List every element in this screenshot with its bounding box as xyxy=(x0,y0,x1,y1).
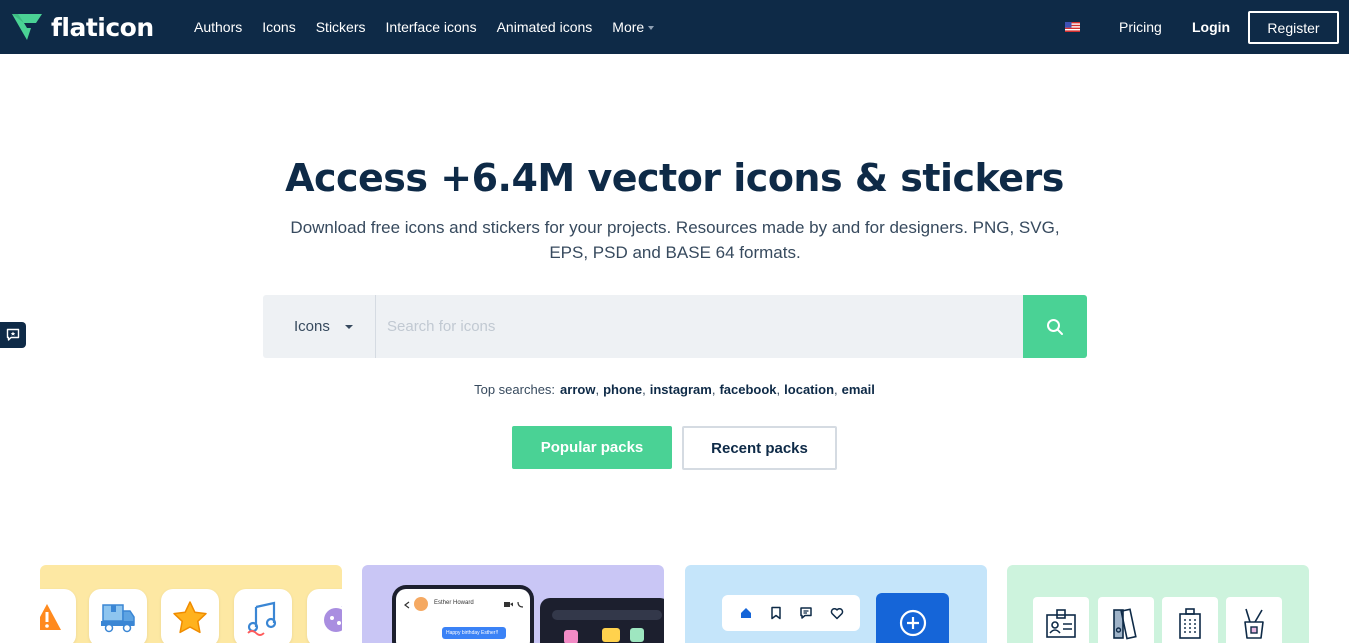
chat-icon xyxy=(799,607,812,619)
binders-icon xyxy=(1113,608,1137,640)
id-card-tile xyxy=(1033,597,1089,643)
phone-mockup: Esther Howard Happy birthday Esther!! xyxy=(392,585,534,643)
warning-icon xyxy=(40,604,61,630)
pricing-link[interactable]: Pricing xyxy=(1119,19,1162,35)
chat-ui-card[interactable]: Esther Howard Happy birthday Esther!! xyxy=(362,565,664,643)
hero-title: Access +6.4M vector icons & stickers xyxy=(285,156,1064,200)
delivery-truck-tile xyxy=(89,589,147,643)
recent-packs-button[interactable]: Recent packs xyxy=(682,426,837,470)
top-searches: Top searches: arrow, phone, instagram, faceb… xyxy=(474,382,875,397)
top-search-phone[interactable]: phone xyxy=(603,382,642,397)
caret-down-icon xyxy=(344,324,353,329)
top-search-instagram[interactable]: instagram xyxy=(650,382,712,397)
search-bar: Icons xyxy=(263,295,1087,358)
top-search-facebook[interactable]: facebook xyxy=(719,382,776,397)
flaticon-logo[interactable]: flaticon xyxy=(10,10,154,44)
nav-more-label: More xyxy=(612,19,645,35)
music-note-tile xyxy=(234,589,292,643)
search-type-select[interactable]: Icons xyxy=(263,295,376,358)
nav-animated-icons[interactable]: Animated icons xyxy=(497,19,593,35)
star-icon xyxy=(173,601,207,634)
nav-stickers[interactable]: Stickers xyxy=(316,19,366,35)
interface-icons-card[interactable] xyxy=(685,565,987,643)
cookie-tile xyxy=(307,589,342,643)
id-card-icon xyxy=(1046,609,1076,638)
hero-subtitle: Download free icons and stickers for you… xyxy=(290,218,1060,262)
top-search-location[interactable]: location xyxy=(784,382,834,397)
chat-message-bubble: Happy birthday Esther!! xyxy=(442,627,506,639)
search-input[interactable] xyxy=(376,295,1023,358)
search-type-label: Icons xyxy=(294,318,330,335)
building-tile xyxy=(1162,597,1218,643)
login-link[interactable]: Login xyxy=(1192,19,1230,35)
register-button[interactable]: Register xyxy=(1248,11,1339,44)
back-arrow-icon xyxy=(404,601,410,609)
heart-icon xyxy=(830,607,843,619)
video-call-icon xyxy=(504,601,524,608)
phone-mockup-dark xyxy=(540,598,664,643)
top-search-arrow[interactable]: arrow xyxy=(560,382,595,397)
home-icon xyxy=(740,608,751,618)
popular-packs-button[interactable]: Popular packs xyxy=(512,426,672,469)
bookmark-icon xyxy=(770,606,781,620)
pencil-cup-tile xyxy=(1226,597,1282,643)
search-icon xyxy=(1047,318,1063,335)
flaticon-logo-mark-icon xyxy=(12,14,42,40)
search-button[interactable] xyxy=(1023,295,1087,358)
music-note-icon xyxy=(247,601,277,636)
plus-circle-icon xyxy=(899,609,926,637)
star-tile xyxy=(161,589,219,643)
nav-authors[interactable]: Authors xyxy=(194,19,242,35)
main-nav: Authors Icons Stickers Interface icons A… xyxy=(194,0,674,54)
nav-interface-icons[interactable]: Interface icons xyxy=(386,19,477,35)
feedback-tab[interactable] xyxy=(0,322,26,348)
tab-bar-mockup xyxy=(722,595,860,631)
nav-more-dropdown[interactable]: More xyxy=(612,19,655,35)
building-icon xyxy=(1179,608,1201,639)
cookie-icon xyxy=(324,606,342,632)
top-search-email[interactable]: email xyxy=(842,382,875,397)
nav-icons[interactable]: Icons xyxy=(262,19,295,35)
avatar xyxy=(414,597,428,611)
phone-screen: Esther Howard Happy birthday Esther!! xyxy=(396,589,530,643)
sticker-icons-card[interactable] xyxy=(40,565,342,643)
dark-search-field xyxy=(552,610,662,620)
binders-tile xyxy=(1098,597,1154,643)
sticker-thumb xyxy=(602,628,620,642)
contact-name: Esther Howard xyxy=(434,600,474,606)
warning-sticker-tile xyxy=(40,589,76,643)
chevron-down-icon xyxy=(648,25,655,30)
us-flag-icon[interactable] xyxy=(1065,22,1080,32)
sticker-thumb xyxy=(630,628,644,642)
add-action-mockup xyxy=(876,593,949,643)
feedback-icon xyxy=(6,328,20,341)
top-navigation: flaticon Authors Icons Stickers Interfac… xyxy=(0,0,1349,54)
pencil-cup-icon xyxy=(1244,608,1264,639)
delivery-truck-icon xyxy=(101,604,135,633)
sticker-thumb xyxy=(564,630,578,643)
top-searches-label: Top searches: xyxy=(474,382,556,397)
brand-name: flaticon xyxy=(51,12,154,42)
line-icons-card[interactable] xyxy=(1007,565,1309,643)
